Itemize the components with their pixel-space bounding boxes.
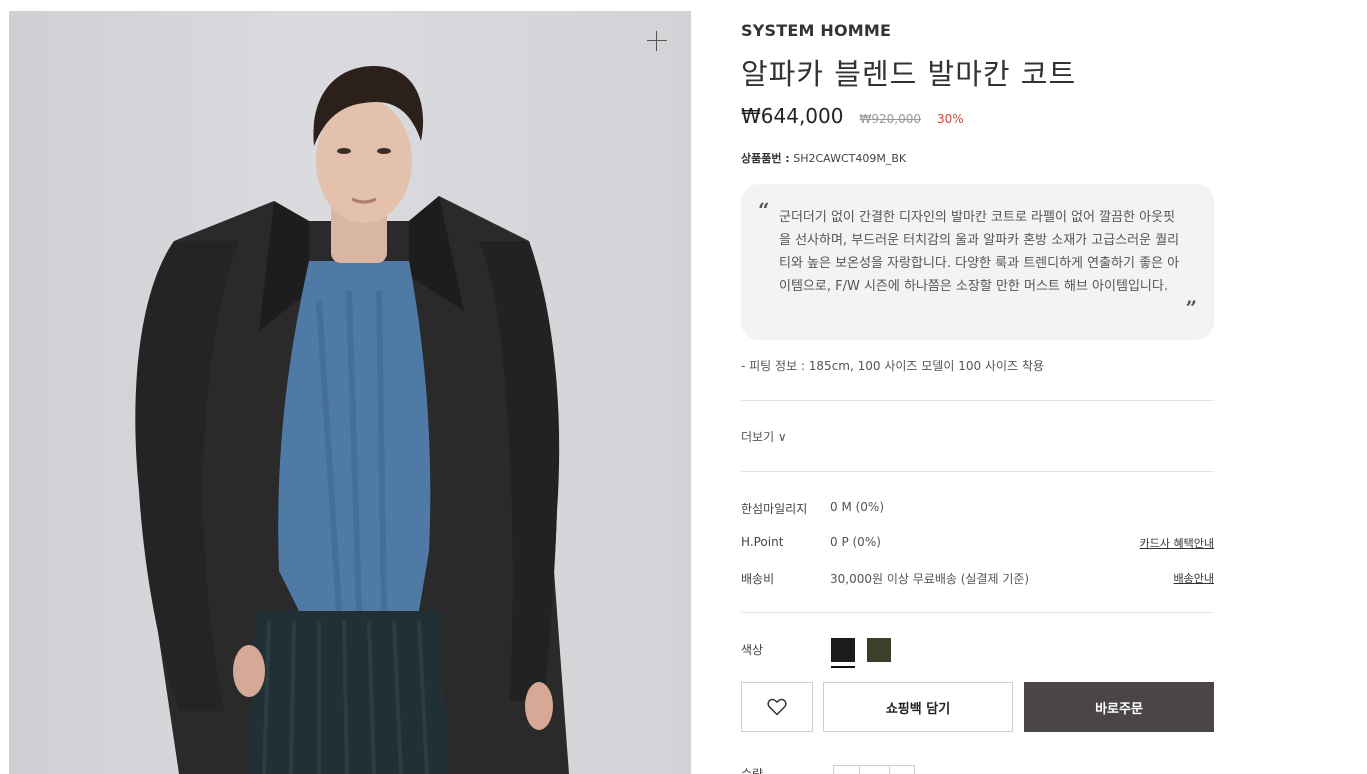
mileage-label: 한섬마일리지 xyxy=(741,502,808,516)
sku-label: 상품품번 : xyxy=(741,152,790,165)
buy-now-button[interactable]: 바로주문 xyxy=(1024,682,1214,732)
divider xyxy=(741,400,1214,401)
color-label: 색상 xyxy=(741,643,764,657)
shipping-row: 배송비 30,000원 이상 무료배송 (실결제 기준) 배송안내 xyxy=(741,570,1214,588)
quote-open-icon: “ xyxy=(758,198,770,222)
add-to-cart-button[interactable]: 쇼핑백 담기 xyxy=(823,682,1013,732)
plus-icon[interactable] xyxy=(647,31,667,51)
wishlist-button[interactable] xyxy=(741,682,813,732)
mileage-row: 한섬마일리지 0 M (0%) xyxy=(741,500,1214,518)
selected-swatch-indicator xyxy=(831,666,855,668)
hpoint-row: H.Point 0 P (0%) 카드사 혜택안내 xyxy=(741,535,1214,553)
divider xyxy=(741,612,1214,613)
discount-rate: 30% xyxy=(936,112,964,126)
fitting-info: - 피팅 정보 : 185cm, 100 사이즈 모델이 100 사이즈 착용 xyxy=(741,359,1044,373)
hpoint-label: H.Point xyxy=(741,535,784,549)
sale-price: ₩644,000 xyxy=(741,104,844,128)
description-box: “ 군더더기 없이 간결한 디자인의 발마칸 코트로 라펠이 없어 깔끔한 아웃… xyxy=(741,184,1214,340)
shipping-info-link[interactable]: 배송안내 xyxy=(1174,570,1214,586)
quantity-label: 수량 xyxy=(741,767,764,774)
mileage-value: 0 M (0%) xyxy=(830,500,885,514)
quantity-decrease[interactable] xyxy=(834,766,860,774)
brand-name[interactable]: SYSTEM HOMME xyxy=(741,21,891,40)
color-swatch-black[interactable] xyxy=(831,638,855,662)
product-image[interactable] xyxy=(9,11,691,774)
heart-icon xyxy=(767,698,787,716)
quantity-value[interactable] xyxy=(860,766,890,774)
sku-line: 상품품번 : SH2CAWCT409M_BK xyxy=(741,150,906,166)
color-swatch-olive[interactable] xyxy=(867,638,891,662)
model-photo xyxy=(135,66,569,774)
more-toggle[interactable]: 더보기 ∨ xyxy=(741,428,787,445)
hpoint-value: 0 P (0%) xyxy=(830,535,881,549)
quantity-stepper[interactable] xyxy=(833,765,915,774)
description-text: 군더더기 없이 간결한 디자인의 발마칸 코트로 라펠이 없어 깔끔한 아웃핏을… xyxy=(779,210,1180,294)
divider xyxy=(741,471,1214,472)
product-title: 알파카 블렌드 발마칸 코트 xyxy=(741,57,1077,91)
quote-close-icon: ” xyxy=(1185,296,1197,320)
product-info-panel: SYSTEM HOMME 알파카 블렌드 발마칸 코트 ₩644,000 ₩92… xyxy=(741,0,1214,774)
price-row: ₩644,000 ₩920,000 30% xyxy=(741,104,964,128)
original-price: ₩920,000 xyxy=(859,112,921,126)
card-benefit-link[interactable]: 카드사 혜택안내 xyxy=(1140,535,1214,551)
sku-value: SH2CAWCT409M_BK xyxy=(793,152,907,165)
shipping-label: 배송비 xyxy=(741,572,775,586)
shipping-value: 30,000원 이상 무료배송 (실결제 기준) xyxy=(830,572,1030,586)
